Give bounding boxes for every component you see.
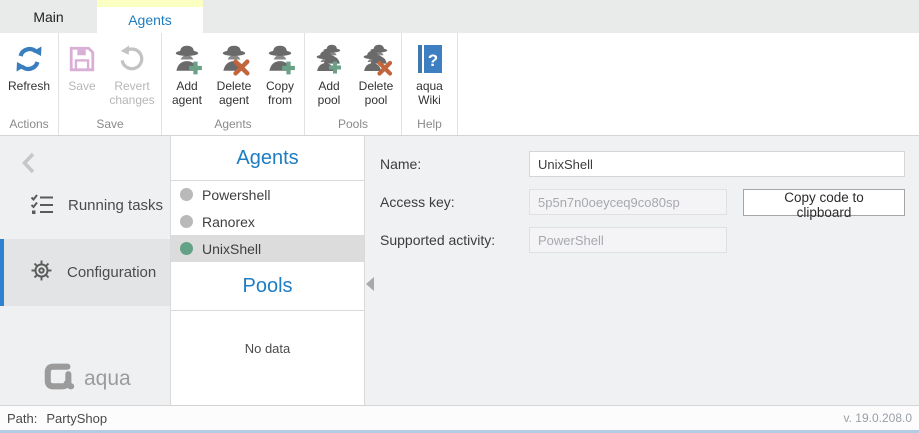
status-bar: Path: PartyShop v. 19.0.208.0 xyxy=(0,405,919,430)
form-row-supported-activity: Supported activity: xyxy=(380,227,905,253)
group-label-save: Save xyxy=(96,117,123,135)
agents-list-header: Agents xyxy=(171,136,364,181)
tab-main-label: Main xyxy=(33,9,63,25)
ribbon-group-agents: Add agent Delete agent xyxy=(161,33,304,135)
ribbon-group-help: ? aqua Wiki Help xyxy=(401,33,457,135)
agent-status-dot xyxy=(180,242,193,255)
main-content: Running tasks xyxy=(0,136,919,405)
agent-form: Name: Access key: Copy code to clipboard… xyxy=(380,151,905,265)
active-tab-highlight xyxy=(97,0,203,7)
tasks-icon xyxy=(30,193,54,219)
sidebar-item-running-tasks[interactable]: Running tasks xyxy=(0,172,170,239)
pools-empty-message: No data xyxy=(171,341,364,356)
path-label: Path: xyxy=(7,411,37,426)
sidebar-item-label: Configuration xyxy=(67,264,156,281)
ribbon-group-actions: Refresh Actions xyxy=(0,33,58,135)
aqua-logo: aqua xyxy=(43,362,131,396)
group-label-agents: Agents xyxy=(214,117,251,135)
add-pool-button[interactable]: Add pool xyxy=(306,33,352,117)
agent-status-dot xyxy=(180,215,193,228)
name-label: Name: xyxy=(380,156,529,172)
aqua-logo-text: aqua xyxy=(84,367,131,391)
navigation-sidebar: Running tasks xyxy=(0,136,171,405)
agent-list-item-unixshell[interactable]: UnixShell xyxy=(171,235,364,262)
access-key-label: Access key: xyxy=(380,194,529,210)
agent-status-dot xyxy=(180,188,193,201)
aqua-wiki-icon: ? xyxy=(413,42,447,76)
form-row-access-key: Access key: Copy code to clipboard xyxy=(380,189,905,215)
save-label: Save xyxy=(68,79,95,93)
add-pool-label: Add pool xyxy=(306,79,352,107)
svg-text:?: ? xyxy=(427,51,437,70)
agent-list-item-ranorex[interactable]: Ranorex xyxy=(171,208,364,235)
revert-icon xyxy=(115,42,149,76)
agent-list-item-powershell[interactable]: Powershell xyxy=(171,181,364,208)
supported-activity-input xyxy=(529,227,727,253)
aqua-logo-icon xyxy=(43,362,75,396)
delete-agent-label: Delete agent xyxy=(211,79,257,107)
refresh-icon xyxy=(12,42,46,76)
delete-agent-button[interactable]: Delete agent xyxy=(211,33,257,117)
refresh-button[interactable]: Refresh xyxy=(1,33,57,117)
agent-name: UnixShell xyxy=(202,241,261,257)
version-text: v. 19.0.208.0 xyxy=(844,411,913,425)
ribbon-group-save: Save Revert changes Save xyxy=(58,33,161,135)
agent-details-panel: Name: Access key: Copy code to clipboard… xyxy=(365,136,919,405)
add-agent-icon xyxy=(170,42,204,76)
group-label-actions: Actions xyxy=(9,117,48,135)
ribbon-group-separator xyxy=(457,33,458,135)
sidebar-item-label: Running tasks xyxy=(68,197,163,214)
delete-agent-icon xyxy=(217,42,251,76)
revert-changes-label: Revert changes xyxy=(104,79,160,107)
path-value: PartyShop xyxy=(46,411,107,426)
pools-list-header: Pools xyxy=(171,262,364,311)
access-key-input xyxy=(529,189,727,215)
copy-from-button[interactable]: Copy from xyxy=(257,33,303,117)
agent-name: Ranorex xyxy=(202,214,255,230)
copy-from-label: Copy from xyxy=(257,79,303,107)
save-button[interactable]: Save xyxy=(60,33,104,117)
name-input[interactable] xyxy=(529,151,905,177)
save-icon xyxy=(65,42,99,76)
group-label-help: Help xyxy=(417,117,442,135)
revert-changes-button[interactable]: Revert changes xyxy=(104,33,160,117)
tab-agents[interactable]: Agents xyxy=(97,0,203,33)
refresh-label: Refresh xyxy=(8,79,50,93)
tab-main[interactable]: Main xyxy=(0,0,97,33)
ribbon-toolbar: Refresh Actions Save xyxy=(0,33,919,136)
add-pool-icon xyxy=(312,42,346,76)
supported-activity-label: Supported activity: xyxy=(380,232,529,248)
add-agent-label: Add agent xyxy=(163,79,211,107)
aqua-wiki-button[interactable]: ? aqua Wiki xyxy=(407,33,453,117)
gear-icon xyxy=(30,259,53,286)
ribbon-group-pools: Add pool Delete pool Pool xyxy=(304,33,401,135)
group-label-pools: Pools xyxy=(338,117,368,135)
add-agent-button[interactable]: Add agent xyxy=(163,33,211,117)
agents-pools-panel: Agents Powershell Ranorex UnixShell Pool… xyxy=(171,136,365,405)
agent-name: Powershell xyxy=(202,187,270,203)
delete-pool-button[interactable]: Delete pool xyxy=(352,33,400,117)
panel-collapse-handle[interactable] xyxy=(366,277,374,291)
delete-pool-icon xyxy=(359,42,393,76)
aqua-wiki-label: aqua Wiki xyxy=(407,79,453,107)
copy-from-icon xyxy=(263,42,297,76)
form-row-name: Name: xyxy=(380,151,905,177)
sidebar-item-configuration[interactable]: Configuration xyxy=(0,239,170,306)
tab-agents-label: Agents xyxy=(128,12,172,28)
copy-code-button[interactable]: Copy code to clipboard xyxy=(743,189,905,216)
delete-pool-label: Delete pool xyxy=(352,79,400,107)
ribbon-tab-bar: Main Agents xyxy=(0,0,919,33)
sidebar-nav: Running tasks xyxy=(0,172,170,306)
